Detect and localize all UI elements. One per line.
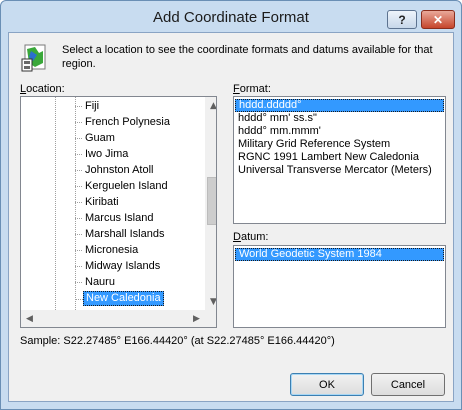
location-label: Location: — [20, 83, 65, 95]
location-tree[interactable]: Fiji French Polynesia Guam Iwo Jima Johnston… — [20, 96, 217, 328]
location-item-iwo-jima[interactable]: Iwo Jima — [74, 147, 130, 162]
format-item-4[interactable]: RGNC 1991 Lambert New Caledonia — [235, 151, 444, 164]
tree-guide-line — [75, 97, 76, 310]
format-item-5[interactable]: Universal Transverse Mercator (Meters) — [235, 164, 444, 177]
location-item-micronesia[interactable]: Micronesia — [74, 243, 140, 258]
ok-button[interactable]: OK — [290, 373, 364, 396]
format-item-0[interactable]: hddd.ddddd° — [235, 99, 444, 112]
close-button[interactable]: ✕ — [421, 10, 455, 29]
location-scroll-thumb[interactable] — [207, 177, 216, 225]
location-horizontal-scrollbar[interactable]: ◀ ▶ — [21, 310, 205, 327]
location-vertical-scrollbar[interactable]: ▲ ▼ — [205, 97, 216, 310]
scroll-corner — [205, 310, 216, 327]
location-item-fiji[interactable]: Fiji — [74, 99, 101, 114]
location-item-marcus-island[interactable]: Marcus Island — [74, 211, 155, 226]
location-label-text: ocation: — [26, 83, 65, 95]
location-item-nauru[interactable]: Nauru — [75, 275, 117, 290]
scroll-down-icon[interactable]: ▼ — [205, 293, 216, 310]
tree-guide-line — [55, 97, 56, 310]
location-item-new-caledonia[interactable]: New Caledonia — [76, 291, 164, 306]
scroll-left-icon[interactable]: ◀ — [21, 310, 38, 327]
datum-list[interactable]: World Geodetic System 1984 — [233, 245, 446, 328]
location-item-french-polynesia[interactable]: French Polynesia — [75, 115, 172, 130]
datum-label: Datum: — [233, 231, 268, 243]
format-label-mnemonic: F — [233, 83, 240, 95]
location-item-marshall-islands[interactable]: Marshall Islands — [74, 227, 166, 242]
datum-label-mnemonic: D — [233, 231, 241, 243]
format-label: Format: — [233, 83, 271, 95]
format-item-2[interactable]: hddd° mm.mmm' — [235, 125, 444, 138]
map-icon — [21, 44, 46, 72]
location-item-kerguelen-island[interactable]: Kerguelen Island — [75, 179, 170, 194]
format-item-3[interactable]: Military Grid Reference System — [235, 138, 444, 151]
location-item-kiribati[interactable]: Kiribati — [75, 195, 121, 210]
dialog-client-area: Select a location to see the coordinate … — [8, 32, 454, 402]
title-bar[interactable]: Add Coordinate Format ? ✕ — [1, 1, 461, 33]
location-item-midway-islands[interactable]: Midway Islands — [74, 259, 162, 274]
location-item-guam[interactable]: Guam — [75, 131, 117, 146]
scroll-up-icon[interactable]: ▲ — [205, 97, 216, 114]
intro-text: Select a location to see the coordinate … — [62, 44, 433, 70]
datum-label-text: atum: — [240, 231, 269, 243]
location-item-johnston-atoll[interactable]: Johnston Atoll — [75, 163, 156, 178]
format-item-1[interactable]: hddd° mm' ss.s" — [235, 112, 444, 125]
scroll-right-icon[interactable]: ▶ — [188, 310, 205, 327]
datum-item-world-geodetic-system-1984[interactable]: World Geodetic System 1984 — [235, 248, 444, 261]
dialog-window: Add Coordinate Format ? ✕ Select a locat… — [0, 0, 462, 410]
sample-text: Sample: S22.27485° E166.44420° (at S22.2… — [20, 335, 335, 347]
format-list[interactable]: hddd.ddddd° hddd° mm' ss.s" hddd° mm.mmm' M… — [233, 96, 446, 224]
help-button[interactable]: ? — [387, 10, 417, 29]
cancel-button[interactable]: Cancel — [371, 373, 445, 396]
format-label-text: ormat: — [239, 83, 271, 95]
